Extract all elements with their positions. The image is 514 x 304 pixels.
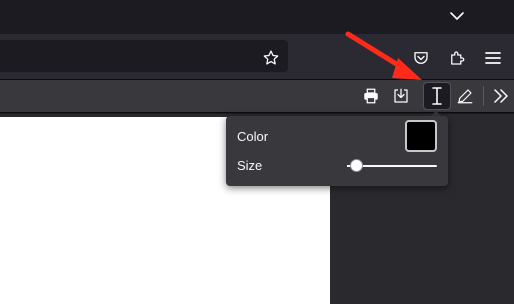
pocket-icon[interactable]	[409, 47, 433, 69]
star-icon[interactable]	[260, 47, 282, 69]
double-chevron-right-icon[interactable]	[488, 83, 514, 109]
navigation-toolbar	[0, 34, 514, 80]
title-bar	[0, 0, 514, 34]
chevron-down-icon[interactable]	[446, 6, 468, 26]
print-icon[interactable]	[358, 83, 384, 109]
size-slider-thumb[interactable]	[350, 159, 363, 172]
hamburger-menu-icon[interactable]	[481, 47, 505, 69]
url-bar[interactable]	[0, 40, 288, 72]
pencil-icon[interactable]	[452, 83, 478, 109]
color-label: Color	[237, 129, 269, 144]
size-label: Size	[237, 158, 263, 173]
color-picker[interactable]	[405, 120, 437, 152]
puzzle-icon[interactable]	[445, 47, 469, 69]
text-cursor-icon[interactable]	[423, 82, 451, 110]
download-icon[interactable]	[388, 83, 414, 109]
toolbar-separator	[483, 86, 484, 106]
